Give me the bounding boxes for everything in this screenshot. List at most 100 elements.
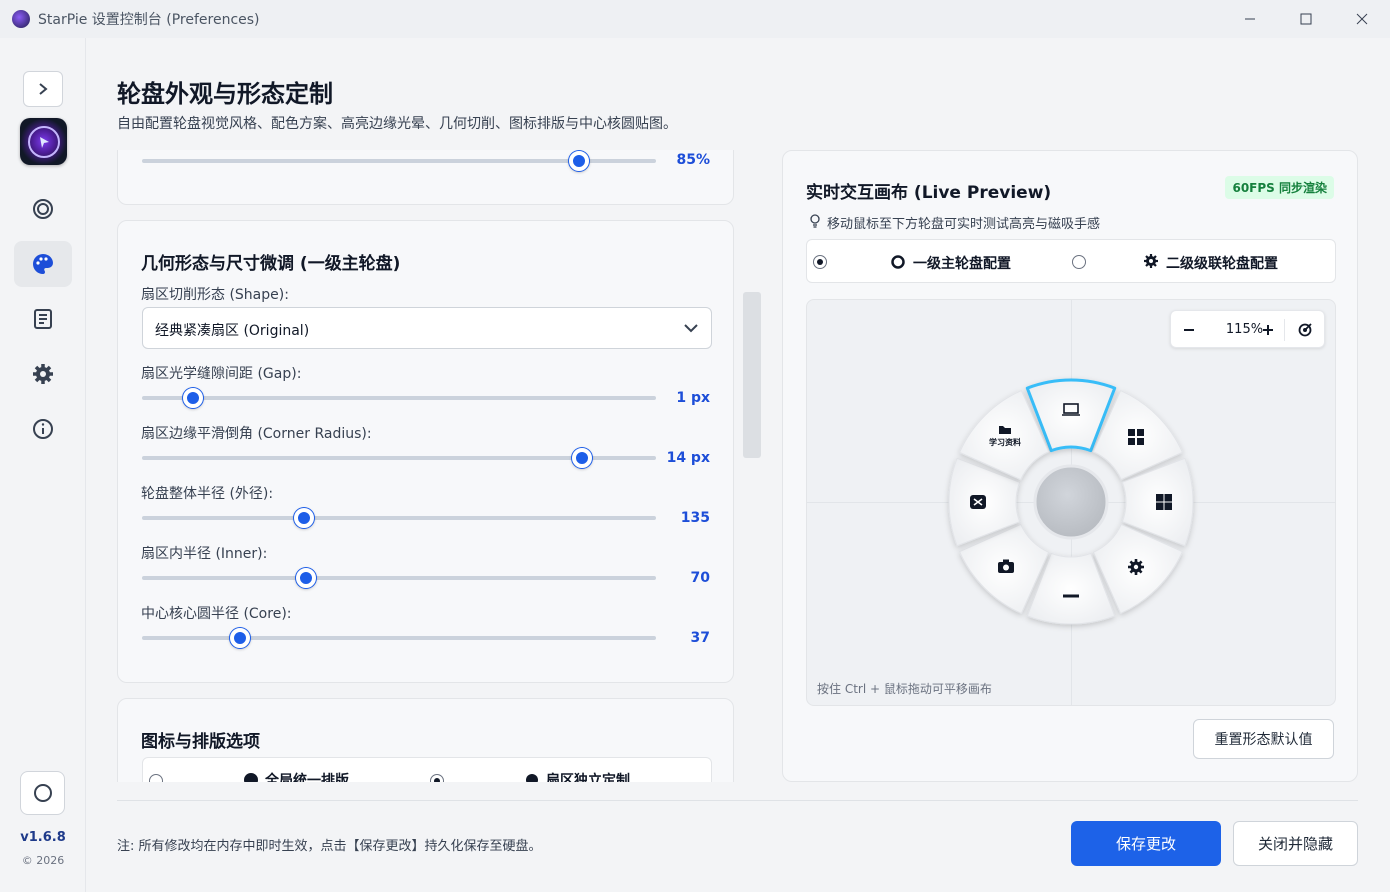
document-icon bbox=[34, 309, 52, 329]
title-bar: StarPie 设置控制台 (Preferences) bbox=[0, 0, 1390, 38]
chevron-right-icon bbox=[39, 83, 48, 95]
preview-title: 实时交互画布 (Live Preview) bbox=[806, 183, 1052, 203]
maximize-icon bbox=[1300, 13, 1312, 25]
maximize-button[interactable] bbox=[1278, 0, 1334, 38]
canvas-pan-hint: 按住 Ctrl + 鼠标拖动可平移画布 bbox=[817, 682, 992, 696]
settings-icon bbox=[1128, 559, 1144, 575]
zoom-in-icon[interactable] bbox=[1262, 324, 1274, 336]
option-global-layout: 全局统一排版 bbox=[265, 773, 349, 782]
page-subtitle: 自由配置轮盘视觉风格、配色方案、高亮边缘光晕、几何切削、图标排版与中心核圆贴图。 bbox=[117, 116, 677, 132]
gear-icon bbox=[33, 364, 53, 384]
chevron-down-icon bbox=[684, 324, 698, 333]
core-radius-slider[interactable] bbox=[142, 628, 656, 648]
copyright-label: © 2026 bbox=[21, 854, 65, 867]
layout-mode-selector: 全局统一排版 扇区独立定制 bbox=[142, 757, 712, 782]
app-icon bbox=[12, 10, 30, 28]
globe-icon bbox=[244, 773, 258, 782]
tab-primary-wheel[interactable]: 一级主轮盘配置 bbox=[913, 253, 1011, 273]
icons-layout-card: 图标与排版选项 全局统一排版 扇区独立定制 bbox=[117, 698, 734, 782]
live-preview-card: 实时交互画布 (Live Preview) 60FPS 同步渲染 移动鼠标至下方… bbox=[782, 150, 1358, 782]
core-radius-label: 中心核心圆半径 (Core): bbox=[141, 606, 292, 622]
radio-primary-wheel[interactable] bbox=[813, 255, 827, 269]
sidebar-item-about[interactable] bbox=[14, 406, 72, 452]
target-icon bbox=[33, 199, 53, 219]
reset-defaults-button[interactable]: 重置形态默认值 bbox=[1193, 719, 1334, 759]
geometry-card: 几何形态与尺寸微调 (一级主轮盘) 扇区切削形态 (Shape): 经典紧凑扇区… bbox=[117, 220, 734, 683]
save-button[interactable]: 保存更改 bbox=[1071, 821, 1221, 866]
ring-icon bbox=[891, 255, 905, 269]
gap-slider[interactable] bbox=[142, 388, 656, 408]
lightbulb-icon bbox=[810, 214, 820, 228]
icons-layout-title: 图标与排版选项 bbox=[141, 732, 260, 752]
sidebar-expand-button[interactable] bbox=[23, 71, 63, 107]
sidebar-item-content[interactable] bbox=[14, 296, 72, 342]
wheel-level-selector: 一级主轮盘配置 二级级联轮盘配置 bbox=[806, 239, 1336, 283]
cog-icon bbox=[1144, 254, 1158, 268]
preview-canvas[interactable]: 学习资料 115% 按住 Ctrl + 鼠标拖动可平移画布 bbox=[806, 299, 1336, 706]
minimize-button[interactable] bbox=[1222, 0, 1278, 38]
slider-thumb[interactable] bbox=[293, 508, 314, 528]
close-icon bbox=[1356, 13, 1368, 25]
window-title: StarPie 设置控制台 (Preferences) bbox=[38, 12, 260, 28]
radio-independent-layout[interactable] bbox=[430, 774, 444, 782]
zoom-controls: 115% bbox=[1170, 310, 1325, 348]
corner-radius-label: 扇区边缘平滑倒角 (Corner Radius): bbox=[141, 426, 372, 442]
inner-radius-label: 扇区内半径 (Inner): bbox=[141, 546, 268, 562]
close-hide-button[interactable]: 关闭并隐藏 bbox=[1233, 821, 1358, 866]
sidebar-item-general[interactable] bbox=[14, 186, 72, 232]
outer-radius-label: 轮盘整体半径 (外径): bbox=[141, 486, 274, 502]
sidebar: v1.6.8 © 2026 bbox=[0, 38, 86, 892]
outer-radius-value: 135 bbox=[680, 510, 710, 526]
close-window-button[interactable] bbox=[1334, 0, 1390, 38]
capcut-icon bbox=[970, 495, 986, 509]
minus-icon bbox=[1063, 594, 1079, 598]
footer-note: 注: 所有修改均在内存中即时生效，点击【保存更改】持久化保存至硬盘。 bbox=[117, 839, 542, 854]
core-radius-value: 37 bbox=[690, 630, 710, 646]
circle-icon bbox=[33, 784, 52, 802]
preview-hint: 移动鼠标至下方轮盘可实时测试高亮与磁吸手感 bbox=[827, 217, 1101, 232]
shape-select-value: 经典紧凑扇区 (Original) bbox=[155, 323, 310, 339]
tab-secondary-wheel[interactable]: 二级级联轮盘配置 bbox=[1166, 253, 1278, 273]
gap-value: 1 px bbox=[676, 390, 710, 406]
corner-radius-slider[interactable] bbox=[142, 448, 656, 468]
zoom-divider bbox=[1284, 319, 1285, 341]
inner-radius-value: 70 bbox=[690, 570, 710, 586]
slider-thumb[interactable] bbox=[296, 568, 317, 588]
footer-divider bbox=[117, 800, 1358, 801]
gap-label: 扇区光学缝隙间距 (Gap): bbox=[141, 366, 302, 382]
palette-icon bbox=[33, 254, 53, 274]
reset-view-icon[interactable] bbox=[1297, 322, 1313, 338]
pie-wheel[interactable]: 学习资料 bbox=[807, 300, 1336, 706]
wheel-core[interactable] bbox=[1033, 464, 1109, 540]
settings-scroll-area[interactable]: 85% 几何形态与尺寸微调 (一级主轮盘) 扇区切削形态 (Shape): 经典… bbox=[117, 150, 735, 782]
geometry-title: 几何形态与尺寸微调 (一级主轮盘) bbox=[141, 254, 401, 274]
info-icon bbox=[33, 419, 53, 439]
minimize-icon bbox=[1245, 18, 1255, 20]
shape-label: 扇区切削形态 (Shape): bbox=[141, 287, 289, 303]
top-slider[interactable] bbox=[142, 151, 656, 171]
inner-radius-slider[interactable] bbox=[142, 568, 656, 588]
scrollbar-thumb[interactable] bbox=[743, 292, 761, 458]
shape-select[interactable]: 经典紧凑扇区 (Original) bbox=[142, 307, 712, 349]
opacity-card: 85% bbox=[117, 150, 734, 205]
wrench-icon bbox=[526, 774, 538, 782]
option-independent-layout: 扇区独立定制 bbox=[546, 773, 630, 782]
theme-toggle-button[interactable] bbox=[20, 771, 65, 815]
slider-thumb[interactable] bbox=[572, 448, 593, 468]
sidebar-item-settings[interactable] bbox=[14, 351, 72, 397]
outer-radius-slider[interactable] bbox=[142, 508, 656, 528]
page-title: 轮盘外观与形态定制 bbox=[117, 80, 333, 108]
slider-thumb[interactable] bbox=[568, 151, 589, 171]
folder-segment-label: 学习资料 bbox=[989, 437, 1021, 447]
corner-radius-value: 14 px bbox=[666, 450, 710, 466]
version-label: v1.6.8 bbox=[20, 830, 66, 845]
fps-badge: 60FPS 同步渲染 bbox=[1225, 176, 1334, 199]
slider-thumb[interactable] bbox=[229, 628, 250, 648]
cursor-icon bbox=[39, 136, 49, 148]
radio-secondary-wheel[interactable] bbox=[1072, 255, 1086, 269]
slider-thumb[interactable] bbox=[183, 388, 204, 408]
sidebar-item-appearance[interactable] bbox=[14, 241, 72, 287]
top-slider-value: 85% bbox=[676, 152, 710, 168]
radio-global-layout[interactable] bbox=[149, 774, 163, 782]
app-logo bbox=[20, 118, 67, 165]
